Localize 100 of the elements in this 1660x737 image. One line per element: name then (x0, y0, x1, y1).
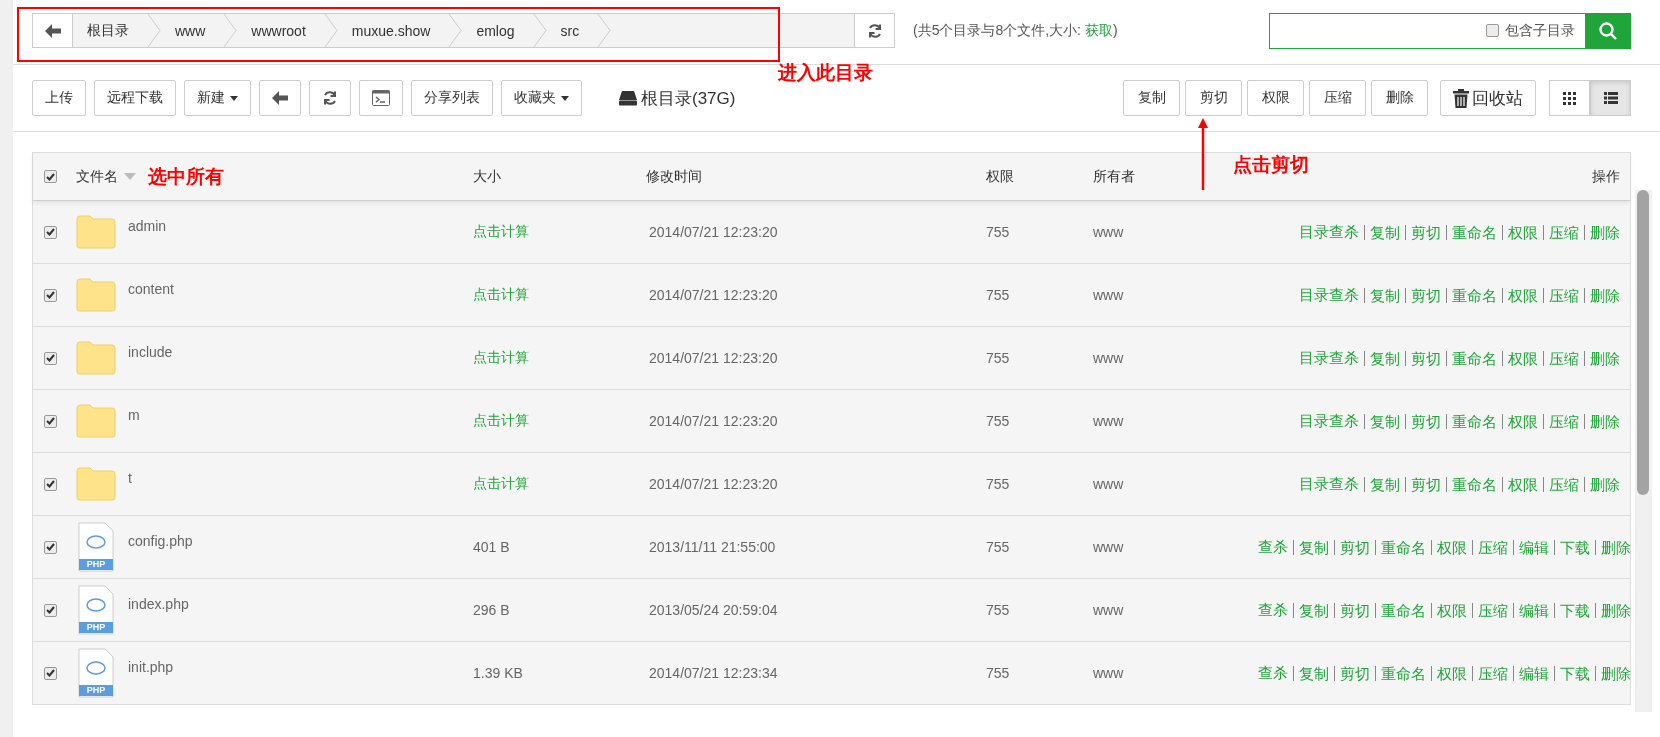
action-link[interactable]: 查杀 (1253, 537, 1293, 557)
file-name[interactable]: t (128, 470, 132, 486)
breadcrumb-item[interactable]: www (161, 14, 238, 47)
action-link[interactable]: 删除 (1584, 287, 1620, 303)
breadcrumb-item[interactable]: emlog (462, 14, 547, 47)
action-link[interactable]: 复制 (1293, 665, 1334, 681)
action-link[interactable]: 删除 (1584, 224, 1620, 240)
action-link[interactable]: 权限 (1502, 224, 1543, 240)
recycle-bin-button[interactable]: 回收站 (1440, 80, 1536, 116)
view-toggle[interactable] (1549, 80, 1590, 116)
action-link[interactable]: 权限 (1431, 665, 1472, 681)
action-link[interactable]: 复制 (1293, 539, 1334, 555)
refresh-button[interactable] (309, 80, 351, 116)
action-link[interactable]: 删除 (1595, 602, 1631, 618)
back-button[interactable] (259, 80, 301, 116)
file-name[interactable]: config.php (128, 533, 193, 549)
action-link[interactable]: 删除 (1584, 350, 1620, 366)
action-link[interactable]: 剪切 (1405, 287, 1446, 303)
action-link[interactable]: 剪切 (1405, 350, 1446, 366)
action-link[interactable]: 压缩 (1543, 476, 1584, 492)
search-field[interactable]: 包含子目录 (1269, 12, 1631, 49)
checkbox[interactable] (43, 351, 57, 365)
action-link[interactable]: 压缩 (1543, 350, 1584, 366)
action-link[interactable]: 权限 (1502, 350, 1543, 366)
file-name[interactable]: admin (128, 218, 167, 234)
calculate-size-link[interactable]: 点击计算 (473, 286, 646, 304)
file-name[interactable]: index.php (128, 596, 189, 612)
toolbar-button[interactable]: 权限 (1247, 80, 1304, 116)
checkbox[interactable] (43, 414, 57, 428)
checkbox[interactable] (43, 288, 57, 302)
action-link[interactable]: 删除 (1595, 665, 1631, 681)
action-link[interactable]: 复制 (1293, 602, 1334, 618)
action-link[interactable]: 目录查杀 (1294, 348, 1364, 368)
toolbar-button[interactable]: 删除 (1371, 80, 1428, 116)
action-link[interactable]: 剪切 (1405, 224, 1446, 240)
checkbox[interactable] (43, 477, 57, 491)
toolbar-button[interactable]: 分享列表 (411, 80, 493, 116)
file-name[interactable]: init.php (128, 659, 174, 675)
dropdown-button[interactable]: 新建 (184, 80, 251, 116)
file-row[interactable]: PHP config.php 401 B 2013/11/11 21:55:00 755 www 查杀 复制 剪切 重命名 权限 压缩 编辑 下载 删除 (33, 515, 1630, 578)
action-link[interactable]: 查杀 (1253, 663, 1293, 683)
file-row[interactable]: PHP init.php 1.39 KB 2014/07/21 12:23:34 755 www 查杀 复制 剪切 重命名 权限 压缩 编辑 下载 删除 (33, 641, 1630, 704)
column-header[interactable]: 文件名 (76, 167, 118, 186)
file-row[interactable]: PHP index.php 296 B 2013/05/24 20:59:04 755 www 查杀 复制 剪切 重命名 权限 压缩 编辑 下载 删除 (33, 578, 1630, 641)
action-link[interactable]: 权限 (1502, 413, 1543, 429)
action-link[interactable]: 剪切 (1405, 413, 1446, 429)
file-row[interactable]: t 点击计算 2014/07/21 12:23:20 755 www 目录查杀 复制 剪切 重命名 权限 压缩 删除 (33, 452, 1630, 515)
file-name[interactable]: include (128, 344, 173, 360)
action-link[interactable]: 目录查杀 (1294, 222, 1364, 242)
calculate-size-link[interactable]: 点击计算 (473, 223, 646, 241)
action-link[interactable]: 删除 (1595, 539, 1631, 555)
breadcrumb-item[interactable]: muxue.show (337, 14, 463, 47)
action-link[interactable]: 剪切 (1334, 665, 1375, 681)
action-link[interactable]: 权限 (1502, 476, 1543, 492)
action-link[interactable]: 复制 (1364, 350, 1405, 366)
action-link[interactable]: 压缩 (1472, 665, 1513, 681)
checkbox[interactable] (43, 170, 57, 183)
action-link[interactable]: 压缩 (1472, 539, 1513, 555)
breadcrumb-item[interactable]: src (546, 14, 612, 47)
file-name[interactable]: content (128, 281, 174, 297)
action-link[interactable]: 目录查杀 (1294, 285, 1364, 305)
toolbar-button[interactable]: 远程下载 (94, 80, 176, 116)
action-link[interactable]: 下载 (1554, 539, 1595, 555)
file-name[interactable]: m (128, 407, 140, 423)
action-link[interactable]: 压缩 (1472, 602, 1513, 618)
action-link[interactable]: 重命名 (1375, 665, 1431, 681)
action-link[interactable]: 编辑 (1513, 602, 1554, 618)
file-row[interactable]: m 点击计算 2014/07/21 12:23:20 755 www 目录查杀 复制 剪切 重命名 权限 压缩 删除 (33, 389, 1630, 452)
action-link[interactable]: 权限 (1431, 602, 1472, 618)
action-link[interactable]: 重命名 (1446, 476, 1502, 492)
action-link[interactable]: 剪切 (1334, 602, 1375, 618)
fetch-size-link[interactable]: 获取 (1084, 21, 1113, 38)
action-link[interactable]: 复制 (1364, 224, 1405, 240)
terminal-button[interactable] (359, 80, 403, 116)
action-link[interactable]: 重命名 (1375, 602, 1431, 618)
action-link[interactable]: 目录查杀 (1294, 411, 1364, 431)
action-link[interactable]: 重命名 (1375, 539, 1431, 555)
checkbox[interactable] (43, 540, 57, 554)
file-row[interactable]: include 点击计算 2014/07/21 12:23:20 755 www 目录查杀 复制 剪切 重命名 权限 压缩 删除 (33, 326, 1630, 389)
checkbox[interactable] (1486, 24, 1499, 37)
file-row[interactable]: content 点击计算 2014/07/21 12:23:20 755 www 目录查杀 复制 剪切 重命名 权限 压缩 删除 (33, 263, 1630, 326)
action-link[interactable]: 压缩 (1543, 224, 1584, 240)
checkbox[interactable] (43, 225, 57, 239)
breadcrumb-item[interactable]: wwwroot (237, 14, 338, 47)
refresh-button[interactable] (855, 13, 895, 48)
toolbar-button[interactable]: 压缩 (1309, 80, 1366, 116)
action-link[interactable]: 删除 (1584, 476, 1620, 492)
calculate-size-link[interactable]: 点击计算 (473, 349, 646, 367)
dropdown-button[interactable]: 收藏夹 (501, 80, 582, 116)
action-link[interactable]: 编辑 (1513, 539, 1554, 555)
calculate-size-link[interactable]: 点击计算 (473, 475, 646, 493)
action-link[interactable]: 下载 (1554, 665, 1595, 681)
action-link[interactable]: 复制 (1364, 287, 1405, 303)
view-toggle[interactable] (1590, 80, 1631, 116)
back-button[interactable] (33, 14, 73, 47)
action-link[interactable]: 查杀 (1253, 600, 1293, 620)
action-link[interactable]: 压缩 (1543, 287, 1584, 303)
action-link[interactable]: 重命名 (1446, 350, 1502, 366)
action-link[interactable]: 重命名 (1446, 287, 1502, 303)
breadcrumb-item[interactable]: 根目录 (73, 14, 161, 47)
